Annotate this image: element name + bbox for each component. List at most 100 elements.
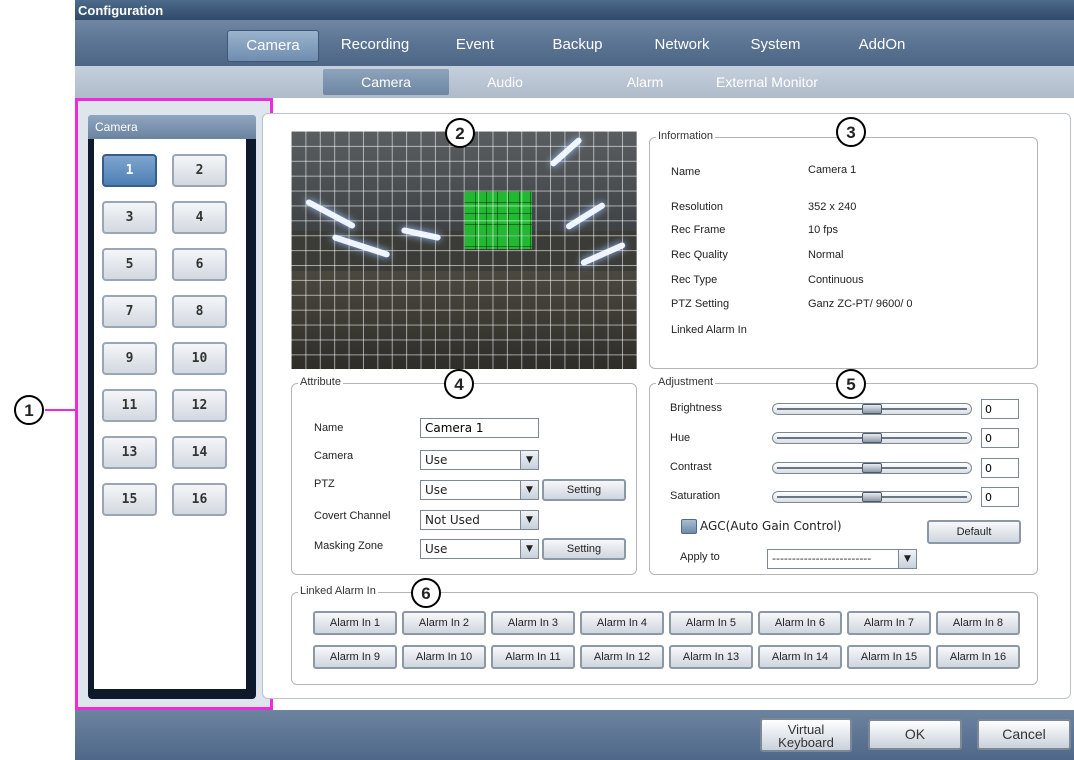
alarm-in-11-button[interactable]: Alarm In 11	[491, 645, 575, 669]
camera-button-15[interactable]: 15	[102, 483, 157, 516]
tab-backup[interactable]: Backup	[540, 30, 615, 60]
virtual-keyboard-button[interactable]: Virtual Keyboard	[760, 718, 852, 752]
covert-channel-select[interactable]: Not Used ▼	[420, 510, 539, 530]
mask-grid	[291, 131, 637, 369]
camera-button-13[interactable]: 13	[102, 436, 157, 469]
default-button[interactable]: Default	[927, 520, 1021, 544]
hue-slider[interactable]	[772, 432, 972, 444]
callout-4: 4	[444, 369, 474, 399]
alarm-in-5-button[interactable]: Alarm In 5	[669, 611, 753, 635]
attribute-legend: Attribute	[298, 376, 343, 388]
ptz-use-value: Use	[425, 483, 448, 497]
ok-button[interactable]: OK	[868, 719, 962, 750]
hue-slider-thumb[interactable]	[862, 433, 882, 443]
footer-bar: Virtual Keyboard OK Cancel	[75, 710, 1074, 760]
saturation-slider[interactable]	[772, 491, 972, 503]
callout-3: 3	[836, 117, 866, 147]
tab-network[interactable]: Network	[642, 30, 722, 60]
saturation-value-input[interactable]	[981, 487, 1019, 507]
info-value-name: Camera 1	[808, 164, 857, 176]
camera-button-5[interactable]: 5	[102, 248, 157, 281]
hue-value-input[interactable]	[981, 428, 1019, 448]
contrast-slider[interactable]	[772, 462, 972, 474]
info-value-rec-type: Continuous	[808, 274, 864, 286]
camera-button-7[interactable]: 7	[102, 295, 157, 328]
attr-label-name: Name	[314, 422, 344, 434]
callout-1: 1	[14, 395, 44, 425]
camera-button-16[interactable]: 16	[172, 483, 227, 516]
alarm-in-14-button[interactable]: Alarm In 14	[758, 645, 842, 669]
alarm-in-3-button[interactable]: Alarm In 3	[491, 611, 575, 635]
alarm-in-10-button[interactable]: Alarm In 10	[402, 645, 486, 669]
apply-to-select[interactable]: ------------------------- ▼	[767, 549, 917, 569]
info-label-rec-frame: Rec Frame	[671, 224, 726, 236]
camera-name-input[interactable]	[420, 418, 539, 438]
camera-button-3[interactable]: 3	[102, 201, 157, 234]
subtab-external-monitor[interactable]: External Monitor	[697, 69, 837, 95]
agc-label: AGC(Auto Gain Control)	[700, 519, 842, 533]
masking-setting-button[interactable]: Setting	[542, 538, 626, 560]
info-value-resolution: 352 x 240	[808, 201, 857, 213]
camera-button-12[interactable]: 12	[172, 389, 227, 422]
alarm-in-13-button[interactable]: Alarm In 13	[669, 645, 753, 669]
camera-button-4[interactable]: 4	[172, 201, 227, 234]
adjust-label-contrast: Contrast	[670, 461, 712, 473]
tab-system[interactable]: System	[738, 30, 813, 60]
brightness-slider-thumb[interactable]	[862, 404, 882, 414]
camera-button-10[interactable]: 10	[172, 342, 227, 375]
alarm-in-9-button[interactable]: Alarm In 9	[313, 645, 397, 669]
camera-button-11[interactable]: 11	[102, 389, 157, 422]
camera-preview-image[interactable]	[291, 131, 637, 369]
camera-use-value: Use	[425, 453, 448, 467]
camera-button-1[interactable]: 1	[102, 154, 157, 187]
masking-zone-select[interactable]: Use ▼	[420, 539, 539, 559]
brightness-value-input[interactable]	[981, 399, 1019, 419]
info-label-ptz-setting: PTZ Setting	[671, 298, 730, 310]
saturation-slider-thumb[interactable]	[862, 492, 882, 502]
information-legend: Information	[656, 130, 716, 142]
ptz-use-select[interactable]: Use ▼	[420, 480, 539, 500]
tab-recording[interactable]: Recording	[330, 30, 420, 60]
camera-use-select[interactable]: Use ▼	[420, 450, 539, 470]
subtab-alarm[interactable]: Alarm	[605, 69, 685, 95]
alarm-in-6-button[interactable]: Alarm In 6	[758, 611, 842, 635]
subtab-audio[interactable]: Audio	[465, 69, 545, 95]
masking-zone-value: Use	[425, 542, 448, 556]
agc-checkbox[interactable]	[681, 519, 697, 534]
tab-event[interactable]: Event	[440, 30, 510, 60]
alarm-in-1-button[interactable]: Alarm In 1	[313, 611, 397, 635]
cancel-button[interactable]: Cancel	[977, 719, 1071, 750]
camera-button-2[interactable]: 2	[172, 154, 227, 187]
attribute-group: Attribute Name Camera Use ▼ PTZ Use ▼ Se…	[291, 376, 637, 575]
alarm-in-16-button[interactable]: Alarm In 16	[936, 645, 1020, 669]
alarm-in-12-button[interactable]: Alarm In 12	[580, 645, 664, 669]
chevron-down-icon: ▼	[520, 511, 538, 529]
attr-label-covert: Covert Channel	[314, 510, 391, 522]
camera-button-14[interactable]: 14	[172, 436, 227, 469]
contrast-value-input[interactable]	[981, 458, 1019, 478]
adjust-label-hue: Hue	[670, 432, 691, 444]
tab-camera[interactable]: Camera	[227, 30, 319, 62]
alarm-in-8-button[interactable]: Alarm In 8	[936, 611, 1020, 635]
alarm-in-7-button[interactable]: Alarm In 7	[847, 611, 931, 635]
linked-alarm-legend: Linked Alarm In	[298, 585, 378, 597]
info-label-rec-quality: Rec Quality	[671, 249, 728, 261]
alarm-in-4-button[interactable]: Alarm In 4	[580, 611, 664, 635]
alarm-in-15-button[interactable]: Alarm In 15	[847, 645, 931, 669]
info-value-rec-frame: 10 fps	[808, 224, 838, 236]
info-label-resolution: Resolution	[671, 201, 723, 213]
camera-button-8[interactable]: 8	[172, 295, 227, 328]
tab-addon[interactable]: AddOn	[847, 30, 917, 60]
camera-button-9[interactable]: 9	[102, 342, 157, 375]
attr-label-masking: Masking Zone	[314, 540, 384, 552]
contrast-slider-thumb[interactable]	[862, 463, 882, 473]
callout-6: 6	[411, 578, 441, 608]
main-tab-bar: Camera Recording Event Backup Network Sy…	[75, 20, 1074, 66]
ptz-setting-button[interactable]: Setting	[542, 479, 626, 501]
alarm-in-2-button[interactable]: Alarm In 2	[402, 611, 486, 635]
brightness-slider[interactable]	[772, 403, 972, 415]
info-label-name: Name	[671, 166, 701, 178]
subtab-camera[interactable]: Camera	[323, 69, 449, 95]
information-group: Information Name Camera 1 Resolution 352…	[649, 130, 1038, 369]
camera-button-6[interactable]: 6	[172, 248, 227, 281]
